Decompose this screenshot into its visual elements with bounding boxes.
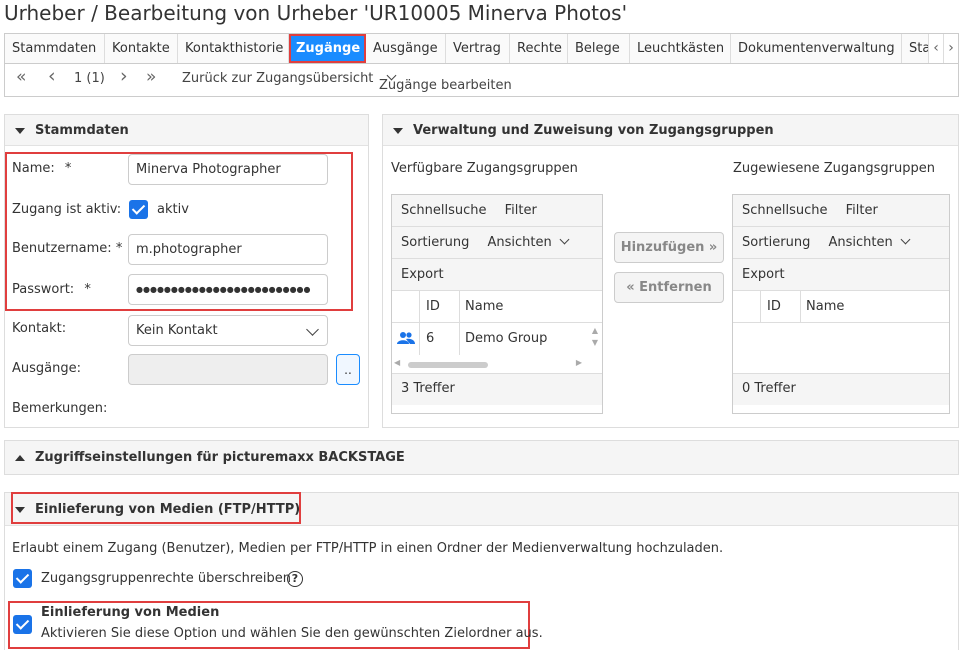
views-menu[interactable]: Ansichten: [487, 234, 570, 250]
prev-page-icon[interactable]: ‹: [48, 65, 56, 87]
groups-title: Verwaltung und Zuweisung von Zugangsgrup…: [413, 123, 774, 138]
row-id: 6: [426, 331, 435, 346]
row-name: Demo Group: [465, 331, 548, 346]
pager-bar: « ‹ 1 (1) › » Zurück zur Zugangsübersich…: [4, 64, 959, 97]
tab-rechte[interactable]: Rechte: [510, 34, 568, 63]
contact-label: Kontakt:: [12, 321, 67, 336]
override-rights-label: Zugangsgruppenrechte überschreiben: [41, 571, 292, 586]
tab-vertrag[interactable]: Vertrag: [446, 34, 510, 63]
tab-dokumentenverwaltung[interactable]: Dokumentenverwaltung: [731, 34, 902, 63]
media-delivery-option-title: Einlieferung von Medien: [41, 605, 220, 620]
tab-stammdaten[interactable]: Stammdaten: [5, 34, 105, 63]
expand-triangle-icon: [15, 454, 25, 461]
grid-toolbar-sort: Sortierung Ansichten: [392, 227, 602, 259]
contact-select-value: Kein Kontakt: [136, 323, 218, 338]
notes-label: Bemerkungen:: [12, 401, 108, 416]
edit-accesses-menu[interactable]: Zugänge bearbeiten: [379, 70, 512, 93]
tab-leuchtkaesten[interactable]: Leuchtkästen: [630, 34, 731, 63]
chevron-down-icon: [900, 234, 911, 245]
tab-ausgaenge[interactable]: Ausgänge: [366, 34, 446, 63]
delivery-description: Erlaubt einem Zugang (Benutzer), Medien …: [12, 541, 724, 556]
grid-toolbar-search: Schnellsuche Filter: [733, 195, 949, 227]
sort-button[interactable]: Sortierung: [742, 235, 810, 250]
views-label: Ansichten: [828, 235, 893, 250]
collapse-triangle-icon: [393, 127, 403, 134]
remove-group-button[interactable]: « Entfernen: [614, 272, 724, 303]
grid-toolbar-sort: Sortierung Ansichten: [733, 227, 949, 259]
add-group-button[interactable]: Hinzufügen »: [614, 232, 724, 263]
col-id-header[interactable]: ID: [767, 299, 781, 314]
export-button[interactable]: Export: [733, 259, 949, 291]
col-name-header[interactable]: Name: [465, 299, 503, 314]
media-delivery-checkbox[interactable]: [13, 615, 32, 634]
outputs-picker-button[interactable]: ..: [336, 354, 360, 385]
export-button[interactable]: Export: [392, 259, 602, 291]
assigned-groups-title: Zugewiesene Zugangsgruppen: [733, 161, 935, 176]
vertical-scrollbar[interactable]: ▲ ▼: [590, 325, 600, 355]
available-rows: 6 Demo Group ▲ ▼ ◀ ▶: [392, 323, 602, 373]
tab-kontakte[interactable]: Kontakte: [105, 34, 178, 63]
outputs-label: Ausgänge:: [12, 361, 81, 376]
outputs-field: [128, 354, 328, 385]
help-icon[interactable]: ?: [287, 571, 303, 587]
col-name-header[interactable]: Name: [806, 299, 844, 314]
highlight-credentials: [5, 152, 353, 311]
stammdaten-title: Stammdaten: [35, 123, 129, 138]
page-title: Urheber / Bearbeitung von Urheber 'UR100…: [4, 1, 628, 25]
assigned-count: 0 Treffer: [733, 373, 949, 405]
groups-header[interactable]: Verwaltung und Zuweisung von Zugangsgrup…: [383, 115, 958, 146]
quick-search-button[interactable]: Schnellsuche: [742, 203, 828, 218]
available-groups-grid: Schnellsuche Filter Sortierung Ansichten…: [391, 194, 603, 414]
tab-belege[interactable]: Belege: [568, 34, 630, 63]
available-groups-title: Verfügbare Zugangsgruppen: [391, 161, 578, 176]
page-position: 1 (1): [74, 71, 105, 86]
tab-zugaenge[interactable]: Zugänge: [289, 34, 366, 63]
assigned-groups-grid: Schnellsuche Filter Sortierung Ansichten…: [732, 194, 950, 414]
filter-button[interactable]: Filter: [505, 203, 537, 218]
available-count: 3 Treffer: [392, 373, 602, 405]
grid-header-row: ID Name: [392, 291, 602, 323]
collapse-triangle-icon: [15, 127, 25, 134]
stammdaten-header[interactable]: Stammdaten: [5, 115, 368, 146]
filter-button[interactable]: Filter: [846, 203, 878, 218]
tab-scroll-left-icon[interactable]: ‹: [928, 34, 943, 63]
sort-button[interactable]: Sortierung: [401, 235, 469, 250]
contact-select[interactable]: Kein Kontakt: [128, 315, 328, 346]
highlight-delivery-header: [11, 492, 301, 524]
assigned-rows-empty: [733, 323, 949, 373]
views-label: Ansichten: [487, 235, 552, 250]
edit-accesses-label: Zugänge bearbeiten: [379, 78, 512, 93]
views-menu[interactable]: Ansichten: [828, 234, 911, 250]
col-id-header[interactable]: ID: [426, 299, 440, 314]
chevron-down-icon: [559, 234, 570, 245]
back-to-overview-link[interactable]: Zurück zur Zugangsübersicht: [182, 71, 373, 86]
first-page-icon[interactable]: «: [16, 67, 26, 87]
tab-bar: Stammdaten Kontakte Kontakthistorie Zugä…: [4, 33, 959, 64]
horizontal-scrollbar[interactable]: ◀ ▶: [394, 358, 582, 370]
override-rights-checkbox[interactable]: [13, 569, 32, 588]
last-page-icon[interactable]: »: [146, 67, 156, 87]
access-settings-panel: Zugriffseinstellungen für picturemaxx BA…: [4, 440, 959, 475]
next-page-icon[interactable]: ›: [120, 65, 128, 87]
access-settings-header[interactable]: Zugriffseinstellungen für picturemaxx BA…: [5, 441, 958, 474]
grid-toolbar-search: Schnellsuche Filter: [392, 195, 602, 227]
table-row[interactable]: 6 Demo Group: [392, 323, 588, 355]
tab-kontakthistorie[interactable]: Kontakthistorie: [178, 34, 289, 63]
grid-header-row: ID Name: [733, 291, 949, 323]
chevron-down-icon: [306, 323, 319, 336]
access-settings-title: Zugriffseinstellungen für picturemaxx BA…: [35, 450, 405, 465]
media-delivery-option-desc: Aktivieren Sie diese Option und wählen S…: [41, 626, 543, 641]
group-icon: [397, 332, 415, 344]
quick-search-button[interactable]: Schnellsuche: [401, 203, 487, 218]
tab-scroll-right-icon[interactable]: ›: [943, 34, 958, 63]
